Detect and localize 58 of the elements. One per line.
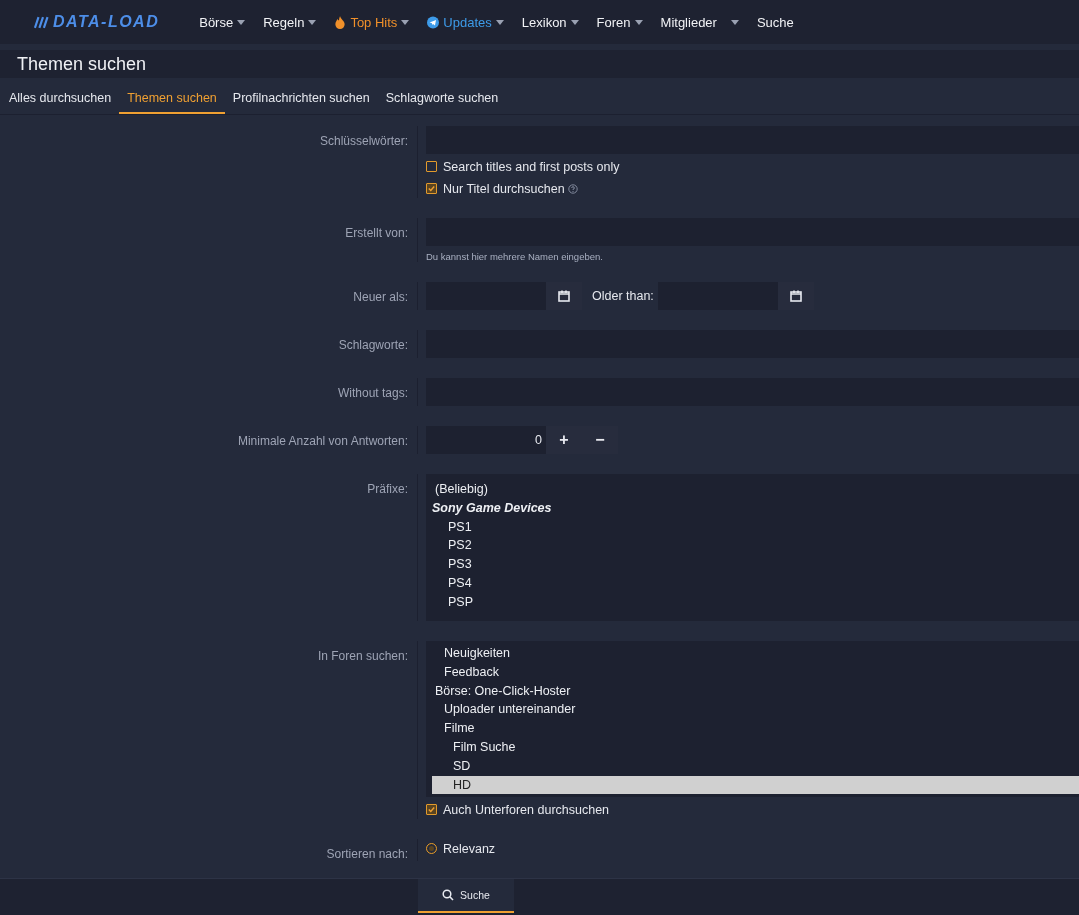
field-label: Präfixe: [367, 482, 408, 496]
search-icon [442, 889, 455, 901]
field-label: Minimale Anzahl von Antworten: [237, 434, 408, 448]
paper-plane-icon [427, 15, 440, 29]
list-option[interactable]: Neuigkeiten [432, 644, 1079, 663]
radio-button[interactable] [426, 843, 437, 855]
tab[interactable]: Profilnachrichten suchen [224, 84, 378, 114]
list-option[interactable]: (Beliebig) [432, 480, 1079, 499]
list-option[interactable]: Film Suche [432, 738, 1079, 757]
field-label: Schlüsselwörter: [319, 134, 408, 148]
nav-link[interactable]: Top Hits [334, 14, 410, 30]
field-label: Neuer als: [353, 290, 408, 304]
option-group-label: Sony Game Devices [432, 499, 553, 517]
nav-link[interactable]: Foren [596, 14, 643, 30]
checkbox-label: Nur Titel durchsuchen [443, 181, 565, 196]
list-option[interactable]: HD [432, 775, 1079, 795]
checkbox[interactable] [426, 804, 437, 816]
checkbox-label: Auch Unterforen durchsuchen [443, 802, 610, 817]
list-option[interactable]: PS4 [432, 574, 1079, 593]
list-option[interactable]: PSP [432, 592, 1079, 612]
tab[interactable]: Schlagworte suchen [377, 84, 507, 114]
hint-text: Du kannst hier mehrere Namen eingeben. [426, 251, 604, 262]
radio-label: Relevanz [443, 841, 496, 856]
list-option[interactable]: PS2 [432, 536, 1079, 556]
list-option[interactable]: PS1 [432, 517, 1079, 537]
nav-link[interactable]: Lexikon [521, 14, 579, 30]
list-option[interactable]: Filme [432, 719, 1079, 738]
nav-link[interactable]: Börse [199, 14, 246, 30]
list-option[interactable]: Uploader untereinander [432, 700, 1079, 720]
list-box[interactable]: Neuigkeiten Feedback Börse: One-Click-Hoster Uploader untereinander Filme Film Suche SD HD [426, 641, 1079, 798]
calendar-icon [558, 290, 570, 302]
field-label: Erstellt von: [345, 226, 408, 240]
field-label: Schlagworte: [338, 338, 408, 352]
checkbox[interactable] [426, 183, 437, 194]
page-title: Themen suchen [17, 53, 147, 75]
checkbox-label: Search titles and first posts only [443, 159, 620, 174]
field-label: In Foren suchen: [317, 649, 408, 663]
field-label: Without tags: [337, 386, 408, 400]
site-logo[interactable]: DATA-LOAD [34, 13, 160, 31]
nav-link[interactable]: Updates [427, 14, 504, 30]
field-label: Sortieren nach: [326, 847, 408, 862]
nav-link[interactable]: Mitglieder [660, 14, 739, 30]
nav-link[interactable]: Suche [756, 14, 794, 30]
list-option[interactable]: Feedback [432, 662, 1079, 682]
flame-icon [334, 15, 347, 29]
field-label: Older than: [592, 289, 654, 303]
help-icon[interactable] [567, 183, 578, 194]
list-option[interactable]: SD [432, 756, 1079, 776]
number-field[interactable]: 0 [426, 426, 546, 454]
list-box[interactable]: (Beliebig) Sony Game Devices PS1 PS2 PS3 PS4 PSP [426, 474, 1079, 621]
checkbox[interactable] [426, 161, 437, 172]
tab[interactable]: Themen suchen [119, 84, 225, 114]
list-option[interactable]: PS3 [432, 555, 1079, 574]
tab[interactable]: Alles durchsuchen [0, 84, 120, 114]
calendar-icon [789, 290, 802, 302]
search-button[interactable]: Suche [418, 879, 514, 913]
list-option[interactable]: Börse: One-Click-Hoster [432, 681, 1079, 701]
nav-link[interactable]: Regeln [263, 14, 317, 30]
